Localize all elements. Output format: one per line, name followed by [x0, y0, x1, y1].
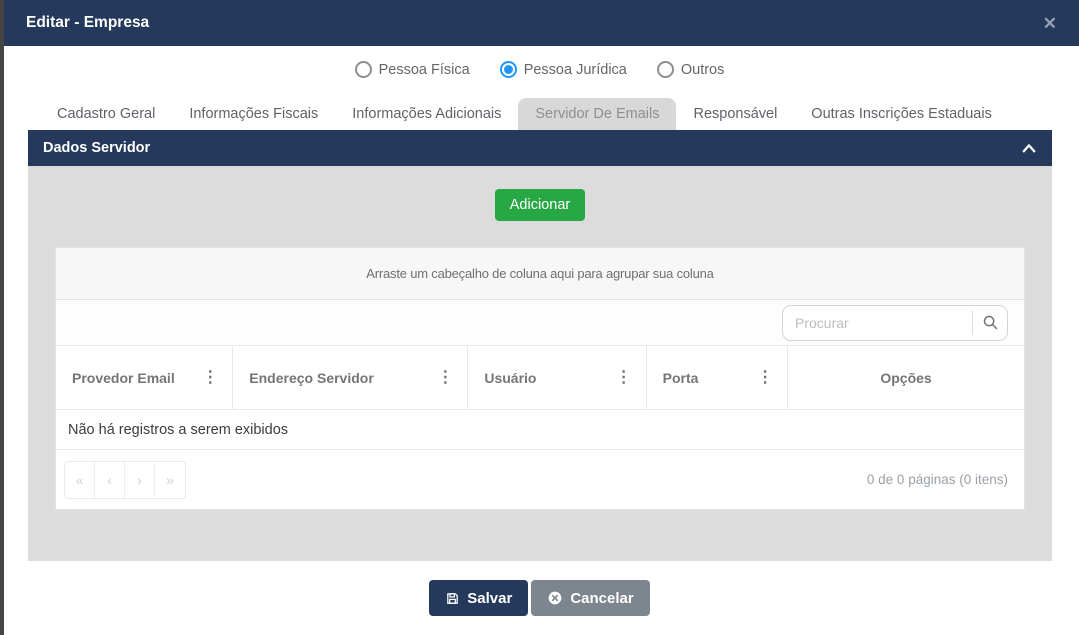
add-button[interactable]: Adicionar: [494, 189, 586, 221]
radio-pessoa-fisica[interactable]: Pessoa Física: [354, 61, 470, 78]
search-box: [782, 304, 1008, 341]
tab-responsavel[interactable]: Responsável: [676, 98, 794, 130]
pager-last-icon[interactable]: »: [155, 461, 185, 498]
column-title: Endereço Servidor: [249, 369, 374, 386]
edit-company-modal: Editar - Empresa ✕ Pessoa Física Pessoa …: [0, 0, 1079, 635]
column-title: Opções: [880, 369, 932, 386]
page-left-edge: [0, 0, 4, 635]
person-type-group: Pessoa Física Pessoa Jurídica Outros: [0, 61, 1079, 78]
tab-servidor-de-emails[interactable]: Servidor De Emails: [518, 98, 677, 130]
cancel-icon: [548, 591, 562, 605]
empty-message: Não há registros a serem exibidos: [68, 421, 289, 438]
radio-circle-icon: [354, 61, 372, 78]
pager-info: 0 de 0 páginas (0 itens): [866, 472, 1008, 487]
column-header-porta[interactable]: Porta ⋮: [647, 346, 789, 409]
column-header-opcoes[interactable]: Opções: [788, 346, 1024, 409]
column-menu-icon[interactable]: ⋮: [196, 369, 224, 386]
group-drop-area[interactable]: Arraste um cabeçalho de coluna aqui para…: [56, 248, 1024, 300]
pager-next-icon[interactable]: ›: [125, 461, 155, 498]
column-header-provedor-email[interactable]: Provedor Email ⋮: [56, 346, 234, 409]
radio-circle-icon: [656, 61, 674, 78]
tab-informacoes-fiscais[interactable]: Informações Fiscais: [172, 98, 335, 130]
grid-pager: « ‹ › » 0 de 0 páginas (0 itens): [56, 450, 1024, 509]
add-row: Adicionar: [28, 166, 1052, 221]
column-menu-icon[interactable]: ⋮: [751, 369, 779, 386]
column-menu-icon[interactable]: ⋮: [431, 369, 459, 386]
radio-circle-icon: [499, 61, 517, 78]
column-title: Usuário: [484, 369, 537, 386]
panel-header[interactable]: Dados Servidor: [28, 130, 1052, 166]
save-label: Salvar: [467, 589, 513, 607]
radio-outros[interactable]: Outros: [656, 61, 725, 78]
search-input[interactable]: [783, 314, 972, 331]
modal-titlebar: Editar - Empresa ✕: [4, 0, 1079, 46]
tab-cadastro-geral[interactable]: Cadastro Geral: [40, 98, 172, 130]
pager-button-group: « ‹ › »: [64, 460, 186, 499]
save-icon: [447, 592, 459, 604]
column-title: Provedor Email: [72, 369, 175, 386]
cancel-button[interactable]: Cancelar: [531, 580, 650, 616]
grid-header-row: Provedor Email ⋮ Endereço Servidor ⋮ Usu…: [56, 346, 1024, 410]
radio-label: Pessoa Física: [378, 61, 470, 78]
tab-strip: Cadastro Geral Informações Fiscais Infor…: [40, 98, 1009, 130]
email-servers-grid: Arraste um cabeçalho de coluna aqui para…: [55, 247, 1025, 510]
chevron-up-icon[interactable]: [1021, 142, 1037, 154]
pager-first-icon[interactable]: «: [65, 461, 95, 498]
radio-pessoa-juridica[interactable]: Pessoa Jurídica: [499, 61, 627, 78]
modal-footer: Salvar Cancelar: [0, 561, 1079, 635]
column-header-endereco-servidor[interactable]: Endereço Servidor ⋮: [233, 346, 469, 409]
close-icon[interactable]: ✕: [1043, 15, 1057, 32]
modal-title: Editar - Empresa: [26, 14, 150, 31]
dados-servidor-panel: Dados Servidor Adicionar Arraste um cabe…: [28, 130, 1052, 561]
tab-outras-inscricoes-estaduais[interactable]: Outras Inscrições Estaduais: [794, 98, 1009, 130]
tab-informacoes-adicionais[interactable]: Informações Adicionais: [335, 98, 518, 130]
panel-title: Dados Servidor: [43, 140, 151, 156]
save-button[interactable]: Salvar: [429, 580, 529, 616]
search-icon[interactable]: [973, 306, 1007, 340]
column-title: Porta: [662, 369, 699, 386]
cancel-label: Cancelar: [570, 589, 634, 607]
radio-label: Outros: [680, 61, 725, 78]
column-menu-icon[interactable]: ⋮: [610, 369, 638, 386]
radio-label: Pessoa Jurídica: [523, 61, 627, 78]
column-header-usuario[interactable]: Usuário ⋮: [468, 346, 647, 409]
grid-empty-row: Não há registros a serem exibidos: [56, 410, 1024, 450]
pager-prev-icon[interactable]: ‹: [95, 461, 125, 498]
grid-toolbar: [56, 300, 1024, 346]
